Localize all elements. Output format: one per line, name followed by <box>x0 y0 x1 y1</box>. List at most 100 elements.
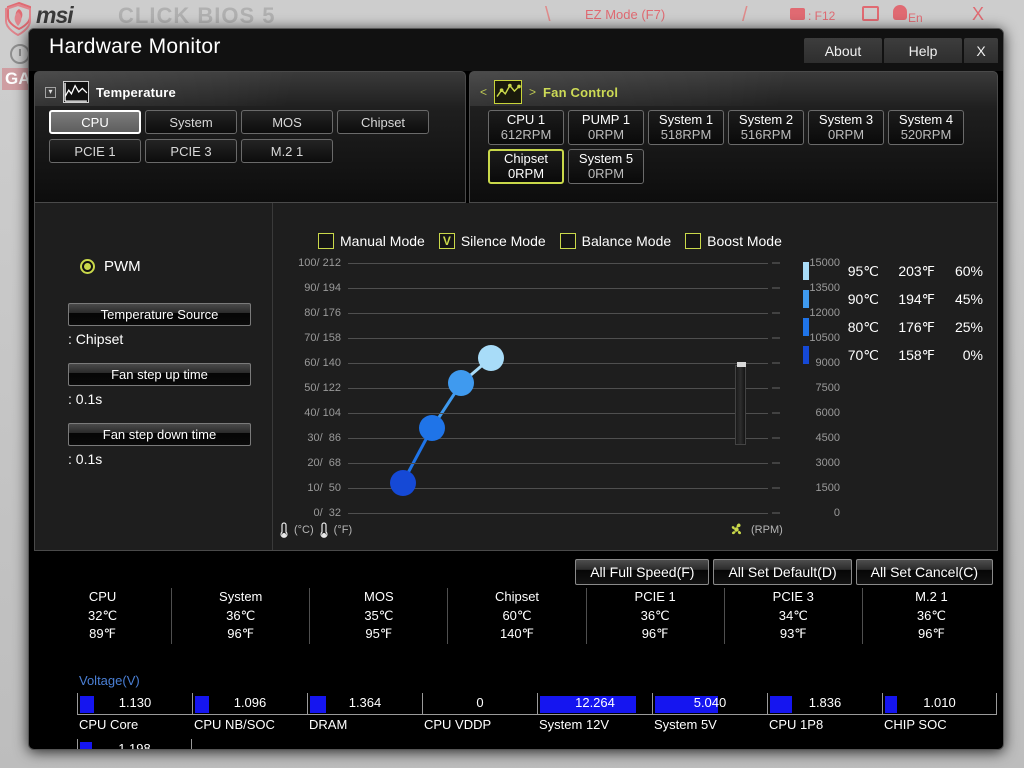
fan-step-up-time-button[interactable]: Fan step up time <box>68 363 251 386</box>
mode-manual[interactable]: Manual Mode <box>318 233 425 249</box>
silence-mode-checkbox[interactable]: V <box>438 233 455 249</box>
tab-pcie-3[interactable]: PCIE 3 <box>145 139 237 163</box>
tab-cpu[interactable]: CPU <box>49 110 141 134</box>
y-axis-right-tick: 3000 <box>815 457 840 469</box>
temp-readout-mos: MOS 35℃ 95℉ <box>310 588 449 644</box>
fan-curve-point-3[interactable] <box>448 370 475 396</box>
about-button[interactable]: About <box>804 38 882 63</box>
y-axis-right-tick: 7500 <box>815 382 840 394</box>
fan-button-system-2[interactable]: System 2 516RPM <box>728 110 804 145</box>
temp-readout-fahrenheit: 96℉ <box>917 626 945 642</box>
clock-icon <box>10 44 30 64</box>
voltage-label: System 5V <box>654 717 717 732</box>
pwm-label: PWM <box>104 258 141 275</box>
fan-step-down-time-button[interactable]: Fan step down time <box>68 423 251 446</box>
fan-button-pump-1[interactable]: PUMP 1 0RPM <box>568 110 644 145</box>
tab-system[interactable]: System <box>145 110 237 134</box>
temp-readout-celsius: 32℃ <box>88 607 118 623</box>
mode-balance[interactable]: Balance Mode <box>559 233 671 249</box>
legend-duty-percent: 0% <box>962 347 983 363</box>
voltage-cell-cpu-1p8: 1.836 CPU 1P8 <box>767 693 882 739</box>
fan-button-system-5[interactable]: System 5 0RPM <box>568 149 644 184</box>
collapse-checkbox-icon[interactable]: ▾ <box>45 86 56 98</box>
fan-button-chipset[interactable]: Chipset 0RPM <box>488 149 564 184</box>
pwm-radio-row[interactable]: PWM <box>80 258 141 275</box>
temp-readout-fahrenheit: 95℉ <box>365 626 393 642</box>
all-set-default-button[interactable]: All Set Default(D) <box>713 559 852 585</box>
close-button[interactable]: X <box>964 38 998 63</box>
voltage-value: 12.264 <box>575 695 615 710</box>
dialog-titlebar: Hardware Monitor About Help X <box>29 29 1003 71</box>
y-axis-tickmark <box>772 387 780 389</box>
next-panel-arrow-icon[interactable]: > <box>529 85 536 99</box>
voltage-label: CPU VDDP <box>424 717 492 732</box>
y-axis-left-tick: 0/ 32 <box>313 507 341 519</box>
voltage-cell-chip-soc: 1.010 CHIP SOC <box>882 693 997 739</box>
voltage-row-1: 1.130 CPU Core 1.096 CPU NB/SOC 1.364 DRAM 0 CP… <box>77 693 1002 739</box>
y-axis-tickmark <box>772 337 780 339</box>
decorative-slash-right: / <box>742 4 748 26</box>
tab-m2-1[interactable]: M.2 1 <box>241 139 333 163</box>
fan-button-system-1[interactable]: System 1 518RPM <box>648 110 724 145</box>
record-icon[interactable] <box>862 6 879 21</box>
fan-curve-point-1[interactable] <box>389 470 416 496</box>
temp-readout-celsius: 36℃ <box>640 607 670 623</box>
fan-rpm: 0RPM <box>587 126 625 142</box>
legend-duty-percent: 60% <box>954 263 983 279</box>
tab-pcie-1[interactable]: PCIE 1 <box>49 139 141 163</box>
fan-speed-slider[interactable] <box>735 362 746 445</box>
temp-readout-fahrenheit: 96℉ <box>227 626 255 642</box>
y-axis-left-tick: 90/ 194 <box>304 282 341 294</box>
temp-readout-name: PCIE 3 <box>772 589 814 605</box>
prev-panel-arrow-icon[interactable]: < <box>480 85 487 99</box>
temperature-readout-strip: CPU 32℃ 89℉ System 36℃ 96℉ MOS 35℃ 95℉ Chipset 60℃… <box>34 587 1000 645</box>
tab-chipset[interactable]: Chipset <box>337 110 429 134</box>
fan-curve-point-2[interactable] <box>419 415 445 441</box>
all-set-cancel-button[interactable]: All Set Cancel(C) <box>855 559 993 585</box>
help-button[interactable]: Help <box>884 38 962 63</box>
balance-mode-checkbox[interactable] <box>559 233 576 249</box>
fan-button-system-4[interactable]: System 4 520RPM <box>888 110 964 145</box>
titlebar-buttons: About Help X <box>804 38 998 63</box>
mode-silence[interactable]: V Silence Mode <box>438 233 546 249</box>
fan-curve-legend: 95℃ 203℉ 60% 90℃ 194℉ 45% 80℃ 176℉ 25% 70℃ 158℉ 0% <box>803 257 983 369</box>
y-axis-left-tick: 100/ 212 <box>298 257 341 269</box>
hardware-monitor-dialog: Hardware Monitor About Help X ▾ Temperat… <box>28 28 1004 750</box>
temp-readout-name: PCIE 1 <box>634 589 676 605</box>
y-axis-right-tick: 1500 <box>815 482 840 494</box>
fan-button-cpu-1[interactable]: CPU 1 612RPM <box>488 110 564 145</box>
all-full-speed-button[interactable]: All Full Speed(F) <box>575 559 710 585</box>
y-axis-left-tick: 60/ 140 <box>304 357 341 369</box>
screenshot-icon[interactable] <box>790 8 805 20</box>
fan-curve-point-4[interactable] <box>477 345 504 371</box>
fan-rpm: 612RPM <box>500 126 552 142</box>
voltage-readouts: 1.130 CPU Core 1.096 CPU NB/SOC 1.364 DRAM 0 CP… <box>77 693 1002 749</box>
y-axis-left-tick: 70/ 158 <box>304 332 341 344</box>
legend-row-3: 80℃ 176℉ 25% <box>803 313 983 341</box>
ez-mode-button[interactable]: EZ Mode (F7) <box>585 7 665 22</box>
chart-gridline <box>348 338 768 339</box>
bios-close-icon[interactable]: X <box>972 4 984 25</box>
voltage-bar-track: 1.096 <box>192 693 307 715</box>
language-icon[interactable] <box>893 5 907 20</box>
fan-selector-buttons: CPU 1 612RPM PUMP 1 0RPM System 1 518RPM… <box>470 106 997 184</box>
fan-settings-pane: PWM Temperature Source : Chipset Fan ste… <box>35 203 273 550</box>
voltage-bar-track: 0 <box>422 693 537 715</box>
pwm-radio-icon[interactable] <box>80 259 95 274</box>
y-axis-tickmark <box>772 312 780 314</box>
voltage-bar-track: 12.264 <box>537 693 652 715</box>
boost-mode-checkbox[interactable] <box>685 233 702 249</box>
temperature-source-button[interactable]: Temperature Source <box>68 303 251 326</box>
legend-temp-fahrenheit: 194℉ <box>898 290 935 307</box>
tab-mos[interactable]: MOS <box>241 110 333 134</box>
y-axis-left-tick: 40/ 104 <box>304 407 341 419</box>
fan-name: System 4 <box>898 111 954 127</box>
temp-readout-name: M.2 1 <box>915 589 948 605</box>
boost-mode-label: Boost Mode <box>707 233 782 249</box>
fan-name: CPU 1 <box>506 111 546 127</box>
temperature-tabs: CPU System MOS Chipset PCIE 1 PCIE 3 M.2… <box>35 106 465 163</box>
fan-curve-plot[interactable]: 100/ 212 15000 90/ 194 13500 80/ 176 12000 70/… <box>298 257 840 519</box>
manual-mode-checkbox[interactable] <box>318 233 334 249</box>
fan-button-system-3[interactable]: System 3 0RPM <box>808 110 884 145</box>
mode-boost[interactable]: Boost Mode <box>685 233 782 249</box>
